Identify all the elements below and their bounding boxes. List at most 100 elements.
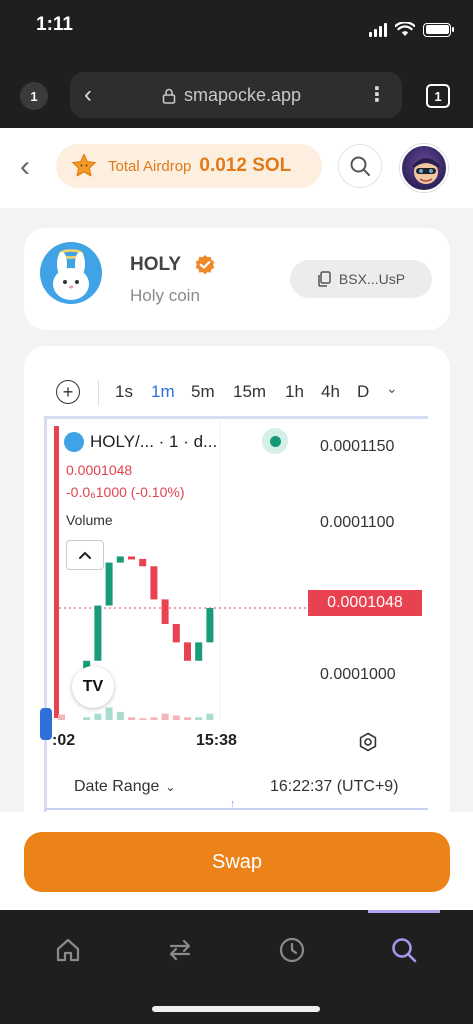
bottom-nav bbox=[0, 910, 473, 1024]
swap-area: Swap bbox=[0, 812, 473, 910]
airdrop-pill[interactable]: Total Airdrop 0.012 SOL bbox=[56, 144, 322, 188]
chevron-down-icon: ⌄ bbox=[165, 780, 176, 794]
y-tick-label: 0.0001150 bbox=[320, 438, 395, 455]
volume-bar bbox=[83, 717, 91, 720]
price-chart[interactable]: HOLY/... · 1 · d... 0.0001048 -0.0₆1000 … bbox=[40, 416, 428, 812]
history-icon bbox=[279, 937, 305, 963]
nav-search[interactable] bbox=[386, 932, 422, 968]
tradingview-logo[interactable]: TV bbox=[72, 666, 114, 708]
browser-back-icon[interactable]: ‹ bbox=[84, 81, 92, 109]
timeframe-1s[interactable]: 1s bbox=[115, 382, 133, 402]
copy-address-button[interactable]: BSX...UsP bbox=[290, 260, 432, 298]
volume-bar bbox=[105, 707, 113, 720]
swap-arrows-icon bbox=[169, 939, 191, 961]
legend-change: -0.0₆1000 (-0.10%) bbox=[66, 484, 185, 500]
candle bbox=[116, 556, 124, 563]
search-icon bbox=[350, 156, 370, 176]
volume-bar bbox=[139, 718, 147, 720]
verified-badge-icon bbox=[194, 254, 216, 276]
lock-icon bbox=[162, 88, 176, 104]
timeframe-d[interactable]: D bbox=[357, 382, 369, 402]
status-time: 1:11 bbox=[36, 14, 73, 35]
token-logo bbox=[40, 242, 102, 304]
candle bbox=[128, 556, 135, 560]
candle bbox=[54, 426, 59, 718]
candle bbox=[161, 599, 169, 624]
date-range-selector[interactable]: Date Range ⌄ bbox=[74, 778, 175, 796]
volume-bar bbox=[184, 717, 191, 720]
airdrop-label: Total Airdrop bbox=[108, 157, 192, 175]
search-button[interactable] bbox=[338, 144, 382, 188]
live-status-icon bbox=[262, 428, 288, 454]
nav-swap[interactable] bbox=[162, 932, 198, 968]
url-text: smapocke.app bbox=[184, 85, 302, 105]
timeframe-1h[interactable]: 1h bbox=[285, 382, 304, 402]
status-bar: 1:11 bbox=[0, 0, 473, 54]
browser-bar: 1 ‹ smapocke.app ⋮ 1 bbox=[0, 70, 473, 120]
chevron-up-icon bbox=[79, 551, 91, 559]
legend-price: 0.0001048 bbox=[66, 462, 133, 478]
timeframe-15m[interactable]: 15m bbox=[233, 382, 266, 402]
timeframe-bar: + 1s 1m 5m 15m 1h 4h D ⌄ bbox=[24, 376, 450, 410]
signal-icon bbox=[369, 22, 387, 37]
chart-clock: 16:22:37 (UTC+9) bbox=[270, 778, 399, 795]
tabs-button[interactable]: 1 bbox=[426, 84, 450, 108]
candle bbox=[172, 623, 180, 643]
timeframe-4h[interactable]: 4h bbox=[321, 382, 340, 402]
y-tick-label: 0.0001100 bbox=[320, 514, 395, 531]
token-name: HOLY bbox=[130, 254, 182, 275]
candle bbox=[139, 558, 147, 567]
nav-history[interactable] bbox=[274, 932, 310, 968]
candle bbox=[150, 566, 158, 600]
candle bbox=[184, 642, 191, 661]
star-icon bbox=[70, 152, 98, 180]
volume-bar bbox=[206, 713, 214, 720]
timeframe-1m[interactable]: 1m bbox=[151, 382, 175, 402]
y-tick-label: 0.0001000 bbox=[320, 666, 396, 683]
home-icon bbox=[56, 938, 80, 962]
volume-label: Volume bbox=[66, 512, 113, 528]
url-display[interactable]: smapocke.app bbox=[162, 85, 301, 106]
legend-text: HOLY/... · 1 · d... bbox=[90, 432, 218, 451]
volume-bar bbox=[58, 714, 65, 720]
side-panel-handle[interactable] bbox=[40, 708, 52, 740]
app-header: ‹ Total Airdrop 0.012 SOL bbox=[0, 128, 473, 208]
chart-card: + 1s 1m 5m 15m 1h 4h D ⌄ HOLY/... · 1 · … bbox=[24, 346, 450, 826]
candle bbox=[206, 608, 214, 643]
timeframe-5m[interactable]: 5m bbox=[191, 382, 215, 402]
token-card: HOLY Holy coin BSX...UsP bbox=[24, 228, 450, 330]
volume-bar bbox=[150, 717, 158, 720]
home-indicator bbox=[152, 1006, 320, 1012]
timeframe-divider bbox=[98, 380, 99, 406]
add-indicator-button[interactable]: + bbox=[56, 380, 80, 404]
tab-indicator[interactable]: 1 bbox=[20, 82, 48, 110]
token-mini-logo bbox=[64, 432, 84, 452]
search-icon bbox=[392, 938, 417, 963]
candle bbox=[195, 642, 203, 661]
candle bbox=[94, 605, 102, 661]
collapse-legend-button[interactable] bbox=[66, 540, 104, 570]
candle bbox=[105, 562, 113, 606]
nav-home[interactable] bbox=[50, 932, 86, 968]
volume-bar bbox=[172, 715, 180, 720]
volume-bar bbox=[94, 713, 102, 720]
address-text: BSX...UsP bbox=[338, 271, 406, 287]
x-tick-label: :02 bbox=[52, 732, 76, 749]
more-menu-icon[interactable]: ⋮ bbox=[367, 82, 387, 107]
x-tick-label: 15:38 bbox=[196, 732, 237, 749]
chart-settings-icon[interactable] bbox=[358, 732, 378, 752]
airdrop-value: 0.012 SOL bbox=[199, 155, 292, 176]
chart-legend: HOLY/... · 1 · d... bbox=[64, 432, 217, 452]
volume-bar bbox=[195, 717, 203, 720]
avatar[interactable] bbox=[400, 144, 448, 192]
copy-icon bbox=[318, 271, 331, 287]
battery-icon bbox=[423, 22, 454, 37]
swap-button[interactable]: Swap bbox=[24, 832, 450, 892]
timeframe-dropdown-icon[interactable]: ⌄ bbox=[386, 380, 398, 397]
volume-bar bbox=[116, 711, 124, 720]
wifi-icon bbox=[395, 22, 415, 36]
status-icons bbox=[369, 22, 454, 37]
url-bar[interactable]: ‹ smapocke.app ⋮ bbox=[70, 72, 402, 118]
back-icon[interactable]: ‹ bbox=[20, 150, 30, 184]
current-price-label: 0.0001048 bbox=[308, 590, 422, 616]
